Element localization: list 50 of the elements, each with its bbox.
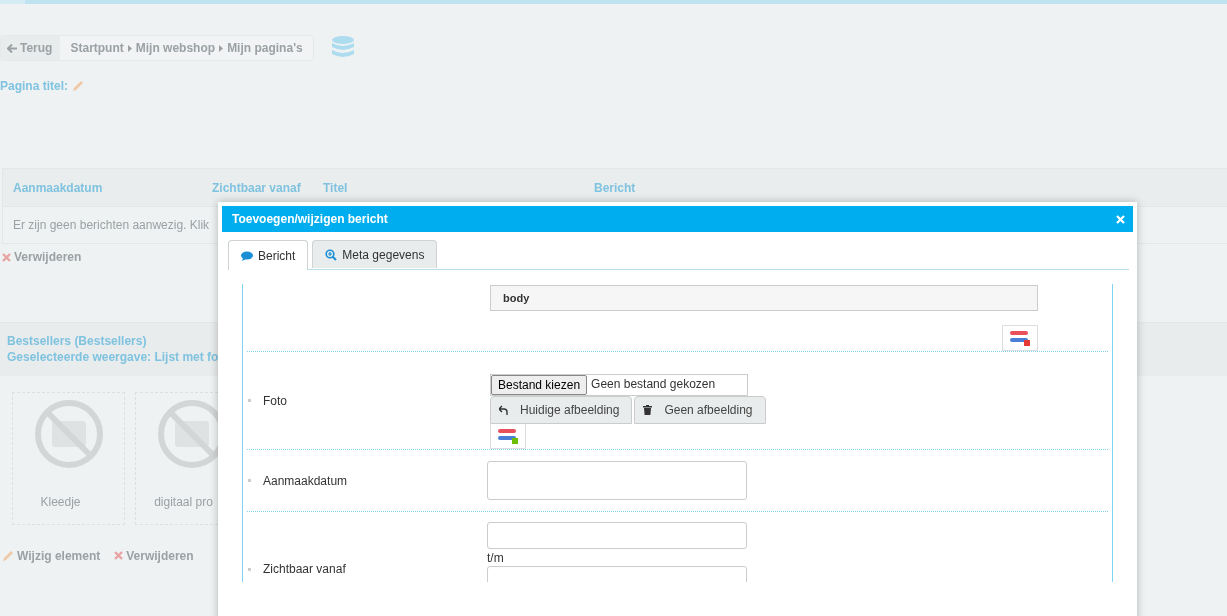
field-label: Aanmaakdatum: [263, 473, 348, 488]
field-label: Foto: [263, 393, 287, 408]
column-header: Zichtbaar vanaf: [212, 180, 301, 195]
trash-icon: [643, 405, 653, 415]
tab[interactable]: Meta gegevens: [312, 240, 438, 268]
section-header: body: [490, 285, 1038, 311]
empty-message: Er zijn geen berichten aanwezig. Klik: [13, 218, 210, 232]
column-header: Bericht: [594, 180, 636, 195]
product-name: digitaal pro: [154, 494, 213, 509]
field-label: Zichtbaar vanaf: [263, 562, 346, 576]
flag-icon: [1010, 329, 1030, 346]
undo-icon: [499, 405, 508, 415]
tab[interactable]: Bericht: [228, 240, 309, 270]
delete-link[interactable]: Verwijderen: [114, 548, 194, 563]
caret-icon: [127, 44, 132, 52]
zoom-in-icon: [325, 248, 338, 261]
date-field[interactable]: [487, 461, 747, 500]
back-arrow-icon: [7, 43, 17, 53]
widget-title: Bestsellers (Bestsellers): [7, 332, 147, 349]
product-card[interactable]: Kleedje: [12, 391, 125, 525]
back-button[interactable]: Terug: [1, 36, 61, 60]
breadcrumb-link[interactable]: Mijn webshop: [131, 41, 220, 55]
no-image-icon: [33, 398, 104, 469]
flag-icon: [498, 428, 518, 444]
database-icon[interactable]: [331, 36, 354, 60]
breadcrumb-link[interactable]: Startpunt: [66, 41, 128, 55]
delete-icon: [2, 252, 11, 262]
pencil-icon: [72, 80, 84, 92]
file-status: Geen bestand gekozen: [590, 376, 717, 393]
date-from-field[interactable]: [487, 522, 747, 549]
language-button[interactable]: [490, 424, 526, 449]
widget-view: Geselecteerde weergave: Lijst met fo: [7, 348, 219, 365]
choose-file-button[interactable]: Bestand kiezen: [491, 375, 588, 395]
close-icon[interactable]: [1116, 214, 1125, 224]
caret-icon: [219, 44, 224, 52]
column-header: Titel: [323, 180, 348, 195]
remove-image-button[interactable]: Geen afbeelding: [634, 396, 766, 424]
speech-bubble-icon: [241, 250, 253, 261]
breadcrumb-link[interactable]: Mijn pagina's: [223, 41, 307, 55]
page-title-label: Pagina titel:: [0, 79, 68, 93]
dialog-title: Toevoegen/wijzigen bericht: [232, 212, 388, 226]
delete-link[interactable]: Verwijderen: [2, 250, 82, 264]
column-header: Aanmaakdatum: [13, 180, 103, 195]
edit-link[interactable]: Wijzig element: [2, 548, 101, 563]
pencil-icon: [2, 549, 14, 562]
delete-icon: [114, 551, 124, 560]
range-separator: t/m: [487, 550, 504, 565]
product-name: Kleedje: [40, 494, 81, 509]
restore-image-button[interactable]: Huidige afbeelding: [490, 396, 633, 424]
language-button[interactable]: [1002, 324, 1038, 351]
